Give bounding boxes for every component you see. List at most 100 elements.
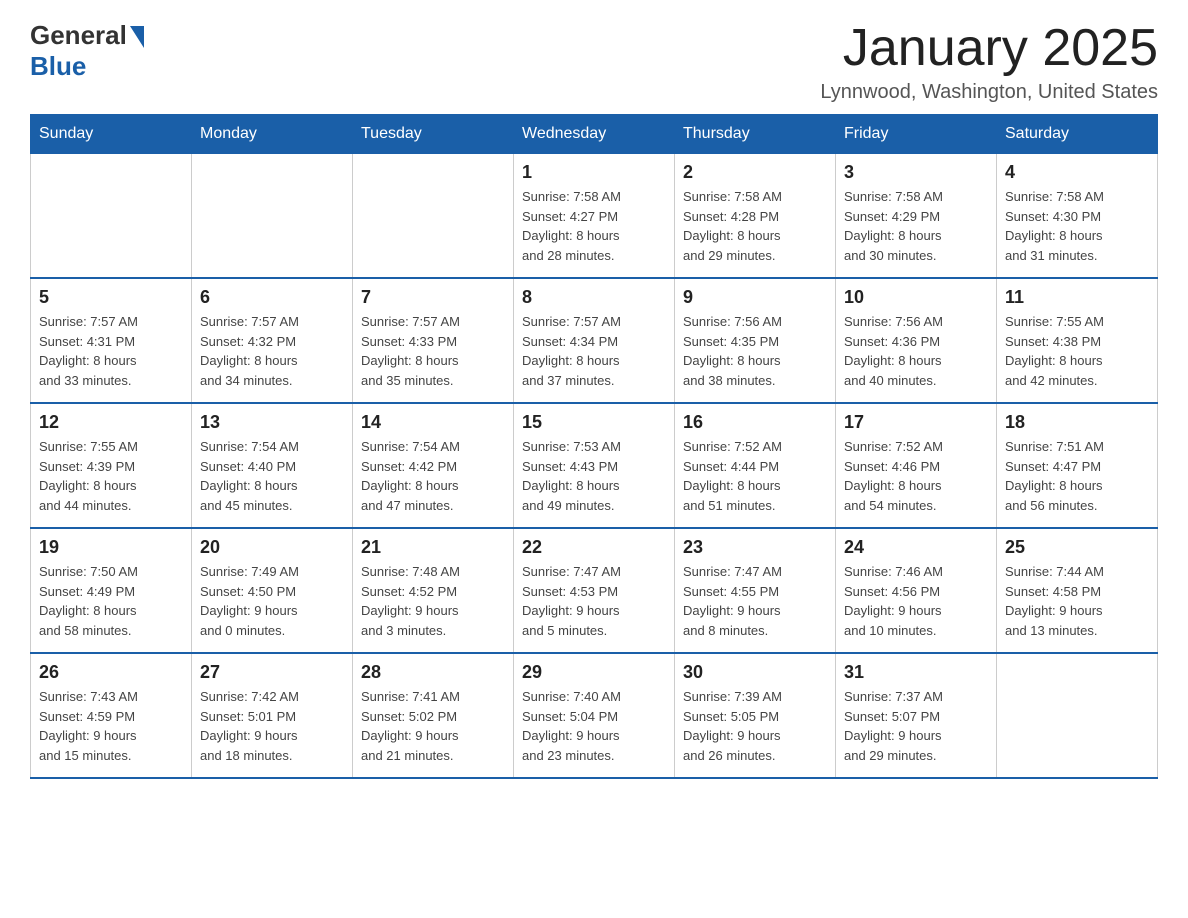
- calendar-header-wednesday: Wednesday: [514, 115, 675, 154]
- day-info: Sunrise: 7:52 AM Sunset: 4:44 PM Dayligh…: [683, 437, 827, 515]
- day-number: 25: [1005, 537, 1149, 558]
- day-number: 12: [39, 412, 183, 433]
- day-number: 4: [1005, 162, 1149, 183]
- calendar-header-saturday: Saturday: [997, 115, 1158, 154]
- calendar-cell: 4 Sunrise: 7:58 AM Sunset: 4:30 PM Daylig…: [997, 154, 1158, 279]
- day-number: 3: [844, 162, 988, 183]
- calendar-cell: 16 Sunrise: 7:52 AM Sunset: 4:44 PM Dayli…: [675, 403, 836, 528]
- day-info: Sunrise: 7:58 AM Sunset: 4:29 PM Dayligh…: [844, 187, 988, 265]
- calendar-header-sunday: Sunday: [31, 115, 192, 154]
- day-info: Sunrise: 7:57 AM Sunset: 4:31 PM Dayligh…: [39, 312, 183, 390]
- day-number: 14: [361, 412, 505, 433]
- day-number: 10: [844, 287, 988, 308]
- day-number: 1: [522, 162, 666, 183]
- day-number: 27: [200, 662, 344, 683]
- day-number: 22: [522, 537, 666, 558]
- logo-text-general: General: [30, 20, 127, 51]
- calendar-week-row: 1 Sunrise: 7:58 AM Sunset: 4:27 PM Daylig…: [31, 154, 1158, 279]
- calendar-header-friday: Friday: [836, 115, 997, 154]
- calendar-cell: 14 Sunrise: 7:54 AM Sunset: 4:42 PM Dayli…: [353, 403, 514, 528]
- logo-triangle-icon: [130, 26, 144, 48]
- day-info: Sunrise: 7:58 AM Sunset: 4:30 PM Dayligh…: [1005, 187, 1149, 265]
- calendar-week-row: 26 Sunrise: 7:43 AM Sunset: 4:59 PM Dayli…: [31, 653, 1158, 778]
- day-info: Sunrise: 7:52 AM Sunset: 4:46 PM Dayligh…: [844, 437, 988, 515]
- logo: General Blue: [30, 20, 146, 82]
- calendar-cell: 22 Sunrise: 7:47 AM Sunset: 4:53 PM Dayli…: [514, 528, 675, 653]
- location: Lynnwood, Washington, United States: [820, 81, 1158, 104]
- day-number: 16: [683, 412, 827, 433]
- calendar-cell: 28Sunrise: 7:41 AM Sunset: 5:02 PM Dayli…: [353, 653, 514, 778]
- calendar-cell: 8 Sunrise: 7:57 AM Sunset: 4:34 PM Daylig…: [514, 278, 675, 403]
- day-info: Sunrise: 7:57 AM Sunset: 4:32 PM Dayligh…: [200, 312, 344, 390]
- day-info: Sunrise: 7:40 AM Sunset: 5:04 PM Dayligh…: [522, 687, 666, 765]
- calendar-cell: 20 Sunrise: 7:49 AM Sunset: 4:50 PM Dayli…: [192, 528, 353, 653]
- calendar-cell: 3 Sunrise: 7:58 AM Sunset: 4:29 PM Daylig…: [836, 154, 997, 279]
- calendar-header-thursday: Thursday: [675, 115, 836, 154]
- day-info: Sunrise: 7:41 AM Sunset: 5:02 PM Dayligh…: [361, 687, 505, 765]
- day-info: Sunrise: 7:43 AM Sunset: 4:59 PM Dayligh…: [39, 687, 183, 765]
- calendar-cell: 31 Sunrise: 7:37 AM Sunset: 5:07 PM Dayli…: [836, 653, 997, 778]
- day-number: 8: [522, 287, 666, 308]
- day-number: 13: [200, 412, 344, 433]
- calendar-cell: 24Sunrise: 7:46 AM Sunset: 4:56 PM Dayli…: [836, 528, 997, 653]
- calendar-cell: 26 Sunrise: 7:43 AM Sunset: 4:59 PM Dayli…: [31, 653, 192, 778]
- day-info: Sunrise: 7:46 AM Sunset: 4:56 PM Dayligh…: [844, 562, 988, 640]
- calendar-week-row: 12Sunrise: 7:55 AM Sunset: 4:39 PM Dayli…: [31, 403, 1158, 528]
- calendar-cell: 12Sunrise: 7:55 AM Sunset: 4:39 PM Dayli…: [31, 403, 192, 528]
- calendar-cell: 18 Sunrise: 7:51 AM Sunset: 4:47 PM Dayli…: [997, 403, 1158, 528]
- calendar-table: SundayMondayTuesdayWednesdayThursdayFrid…: [30, 114, 1158, 779]
- day-number: 5: [39, 287, 183, 308]
- calendar-week-row: 5 Sunrise: 7:57 AM Sunset: 4:31 PM Daylig…: [31, 278, 1158, 403]
- day-number: 23: [683, 537, 827, 558]
- calendar-cell: [192, 154, 353, 279]
- day-info: Sunrise: 7:57 AM Sunset: 4:34 PM Dayligh…: [522, 312, 666, 390]
- calendar-cell: 7Sunrise: 7:57 AM Sunset: 4:33 PM Daylig…: [353, 278, 514, 403]
- day-number: 11: [1005, 287, 1149, 308]
- calendar-header-row: SundayMondayTuesdayWednesdayThursdayFrid…: [31, 115, 1158, 154]
- day-info: Sunrise: 7:42 AM Sunset: 5:01 PM Dayligh…: [200, 687, 344, 765]
- calendar-cell: 2Sunrise: 7:58 AM Sunset: 4:28 PM Daylig…: [675, 154, 836, 279]
- day-info: Sunrise: 7:39 AM Sunset: 5:05 PM Dayligh…: [683, 687, 827, 765]
- day-info: Sunrise: 7:53 AM Sunset: 4:43 PM Dayligh…: [522, 437, 666, 515]
- calendar-cell: 29 Sunrise: 7:40 AM Sunset: 5:04 PM Dayli…: [514, 653, 675, 778]
- day-number: 29: [522, 662, 666, 683]
- day-number: 21: [361, 537, 505, 558]
- day-info: Sunrise: 7:47 AM Sunset: 4:55 PM Dayligh…: [683, 562, 827, 640]
- day-number: 20: [200, 537, 344, 558]
- calendar-cell: 30 Sunrise: 7:39 AM Sunset: 5:05 PM Dayli…: [675, 653, 836, 778]
- day-number: 26: [39, 662, 183, 683]
- calendar-cell: 5 Sunrise: 7:57 AM Sunset: 4:31 PM Daylig…: [31, 278, 192, 403]
- day-info: Sunrise: 7:56 AM Sunset: 4:35 PM Dayligh…: [683, 312, 827, 390]
- logo-text-blue: Blue: [30, 51, 86, 81]
- calendar-cell: [353, 154, 514, 279]
- day-number: 9: [683, 287, 827, 308]
- calendar-cell: [31, 154, 192, 279]
- day-info: Sunrise: 7:54 AM Sunset: 4:42 PM Dayligh…: [361, 437, 505, 515]
- calendar-cell: [997, 653, 1158, 778]
- calendar-cell: 23 Sunrise: 7:47 AM Sunset: 4:55 PM Dayli…: [675, 528, 836, 653]
- day-number: 30: [683, 662, 827, 683]
- day-info: Sunrise: 7:48 AM Sunset: 4:52 PM Dayligh…: [361, 562, 505, 640]
- day-number: 15: [522, 412, 666, 433]
- day-info: Sunrise: 7:47 AM Sunset: 4:53 PM Dayligh…: [522, 562, 666, 640]
- calendar-header-monday: Monday: [192, 115, 353, 154]
- calendar-cell: 13Sunrise: 7:54 AM Sunset: 4:40 PM Dayli…: [192, 403, 353, 528]
- day-info: Sunrise: 7:50 AM Sunset: 4:49 PM Dayligh…: [39, 562, 183, 640]
- day-number: 31: [844, 662, 988, 683]
- day-number: 18: [1005, 412, 1149, 433]
- calendar-cell: 6 Sunrise: 7:57 AM Sunset: 4:32 PM Daylig…: [192, 278, 353, 403]
- day-number: 7: [361, 287, 505, 308]
- day-number: 6: [200, 287, 344, 308]
- calendar-cell: 1 Sunrise: 7:58 AM Sunset: 4:27 PM Daylig…: [514, 154, 675, 279]
- calendar-cell: 21 Sunrise: 7:48 AM Sunset: 4:52 PM Dayli…: [353, 528, 514, 653]
- calendar-cell: 15 Sunrise: 7:53 AM Sunset: 4:43 PM Dayli…: [514, 403, 675, 528]
- day-info: Sunrise: 7:51 AM Sunset: 4:47 PM Dayligh…: [1005, 437, 1149, 515]
- day-number: 2: [683, 162, 827, 183]
- day-info: Sunrise: 7:58 AM Sunset: 4:27 PM Dayligh…: [522, 187, 666, 265]
- day-info: Sunrise: 7:56 AM Sunset: 4:36 PM Dayligh…: [844, 312, 988, 390]
- day-info: Sunrise: 7:49 AM Sunset: 4:50 PM Dayligh…: [200, 562, 344, 640]
- day-info: Sunrise: 7:55 AM Sunset: 4:38 PM Dayligh…: [1005, 312, 1149, 390]
- day-info: Sunrise: 7:37 AM Sunset: 5:07 PM Dayligh…: [844, 687, 988, 765]
- calendar-cell: 19Sunrise: 7:50 AM Sunset: 4:49 PM Dayli…: [31, 528, 192, 653]
- title-block: January 2025 Lynnwood, Washington, Unite…: [820, 20, 1158, 104]
